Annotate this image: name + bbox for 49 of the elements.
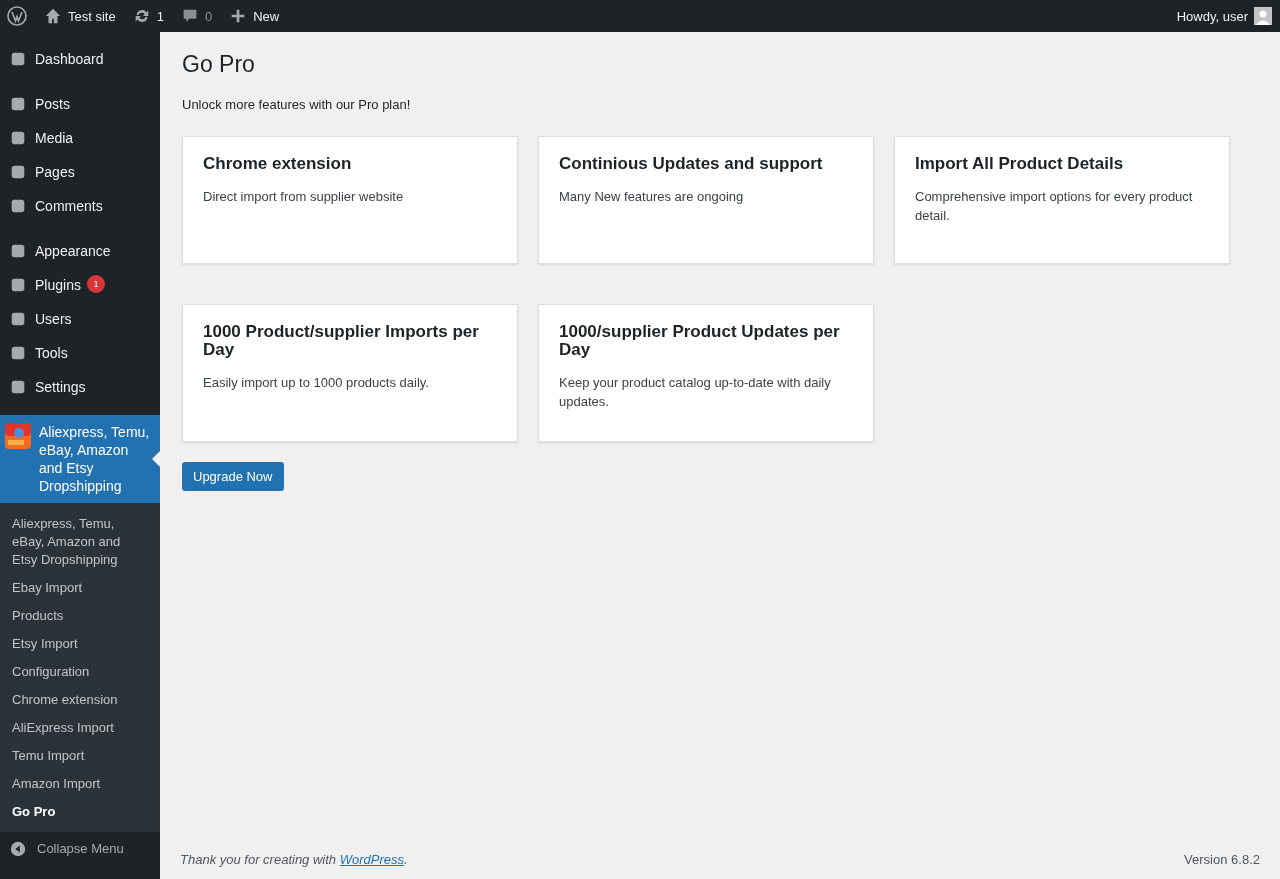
wordpress-logo-icon[interactable] — [7, 6, 27, 26]
card-title: 1000 Product/supplier Imports per Day — [203, 323, 480, 359]
submenu-item[interactable]: Etsy Import — [0, 630, 160, 658]
sidebar-item[interactable]: Tools — [0, 336, 160, 370]
wordpress-link[interactable]: WordPress — [339, 852, 404, 867]
sidebar-item[interactable]: Users — [0, 302, 160, 336]
card-description: Comprehensive import options for every product detail. — [915, 188, 1194, 225]
account-link[interactable]: Howdy, user — [1176, 7, 1272, 25]
card-title: 1000/supplier Product Updates per Day — [559, 323, 841, 359]
updates-link[interactable]: 1 — [132, 7, 164, 25]
submenu-item[interactable]: Amazon Import — [0, 770, 160, 798]
submenu-item[interactable]: Temu Import — [0, 742, 160, 770]
sidebar-item[interactable]: Media — [0, 121, 160, 155]
intro-text: Unlock more features with our Pro plan! — [182, 97, 412, 112]
card-description: Many New features are ongoing — [559, 188, 745, 206]
card-title: Chrome extension — [203, 155, 353, 173]
submenu-item[interactable]: Chrome extension — [0, 686, 160, 714]
sidebar-item[interactable]: Comments — [0, 189, 160, 223]
sidebar-item[interactable]: Aliexpress, Temu, eBay, Amazon and Etsy Dropshipping — [0, 415, 160, 503]
submenu-item[interactable]: Configuration — [0, 658, 160, 686]
submenu-item[interactable]: Ebay Import — [0, 574, 160, 602]
sidebar-item[interactable]: Appearance — [0, 234, 160, 268]
comments-link[interactable]: 0 — [180, 7, 213, 25]
card-description: Keep your product catalog up-to-date with daily updates. — [559, 374, 832, 411]
pointer-icon — [152, 451, 160, 467]
card-description: Easily import up to 1000 products daily. — [203, 374, 430, 392]
home-icon — [44, 7, 62, 25]
left-arrow-circle-icon — [9, 840, 27, 858]
count-badge: 1 — [86, 275, 105, 293]
card-title: Continious Updates and support — [559, 155, 824, 173]
card-title: Import All Product Details — [915, 155, 1125, 173]
submenu-item[interactable]: Aliexpress, Temu, eBay, Amazon and Etsy Dropshipping — [0, 510, 160, 574]
sidebar-item[interactable]: Dashboard — [0, 42, 160, 76]
site-link[interactable]: Test site — [44, 7, 116, 25]
sidebar-item[interactable]: Pages — [0, 155, 160, 189]
submenu-item[interactable]: Go Pro — [0, 798, 160, 826]
card-description: Direct import from supplier website — [203, 188, 405, 206]
avatar-icon — [1254, 7, 1272, 25]
sidebar-item[interactable]: Plugins 1 — [0, 268, 160, 302]
page-title: Go Pro — [182, 51, 256, 78]
footer-text: Thank you for creating with WordPress. — [180, 852, 408, 867]
version-text: Version 6.8.2 — [1184, 852, 1260, 867]
submenu-item[interactable]: AliExpress Import — [0, 714, 160, 742]
sidebar-item[interactable]: Settings — [0, 370, 160, 404]
sidebar-item[interactable]: Posts — [0, 87, 160, 121]
new-link[interactable]: New — [229, 7, 280, 25]
collapse-menu-button[interactable]: Collapse Menu — [0, 839, 160, 858]
submenu-item[interactable]: Products — [0, 602, 160, 630]
upgrade-button[interactable]: Upgrade Now — [182, 462, 284, 491]
